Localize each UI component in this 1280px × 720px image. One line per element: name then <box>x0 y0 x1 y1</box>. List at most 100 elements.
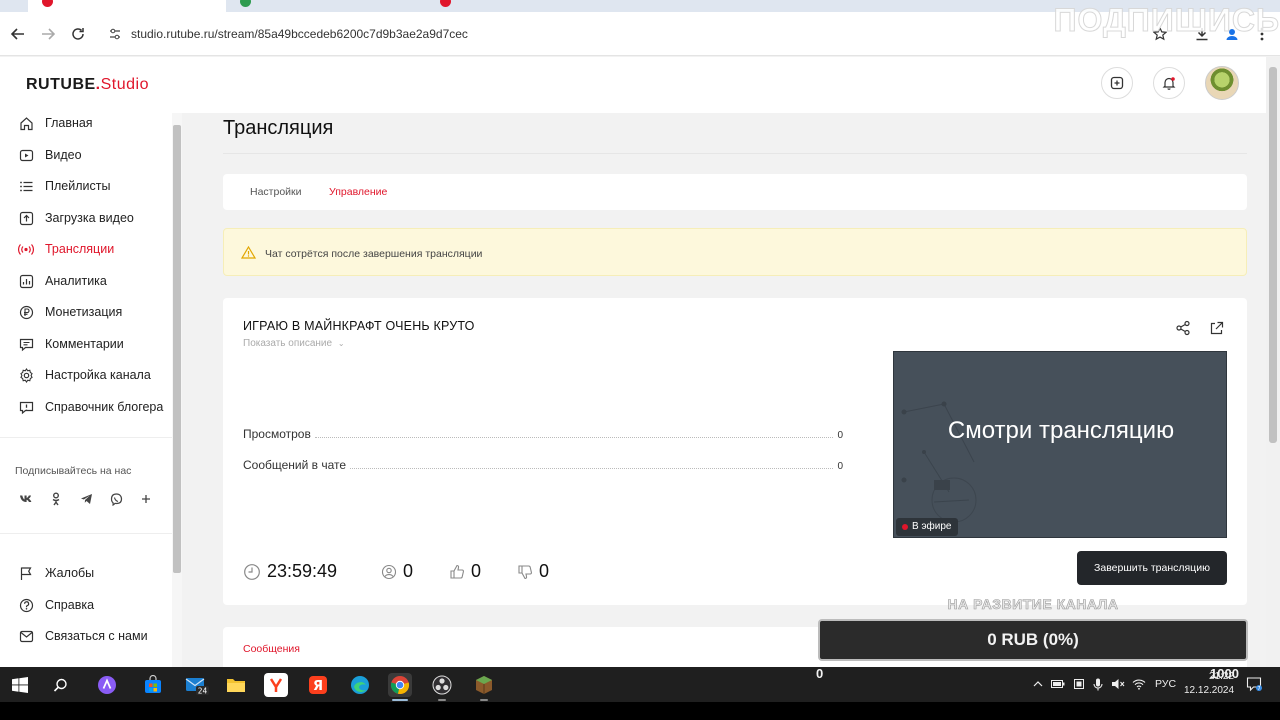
sidebar-item-monetization[interactable]: Монетизация <box>0 298 172 326</box>
chrome-button[interactable] <box>388 673 412 697</box>
obs-running-indicator <box>438 699 446 701</box>
microphone-button[interactable] <box>1091 677 1105 691</box>
volume-button[interactable] <box>1111 677 1125 691</box>
sidebar: Главная Видео Плейлисты Загрузка видео Т… <box>0 113 182 667</box>
bell-icon <box>1162 77 1176 90</box>
telegram-icon[interactable] <box>76 489 96 509</box>
sidebar-item-playlists[interactable]: Плейлисты <box>0 172 172 200</box>
sidebar-scrollbar-thumb[interactable] <box>173 125 181 573</box>
mail-app-icon: 24 <box>185 678 209 696</box>
page-scrollbar[interactable] <box>1266 57 1280 667</box>
rutube-studio-logo[interactable]: RUTUBE.Studio <box>26 76 149 94</box>
address-bar[interactable]: studio.rutube.ru/stream/85a49bccedeb6200… <box>98 19 1142 49</box>
viewers-value: 0 <box>403 561 414 581</box>
sidebar-item-help[interactable]: Справка <box>0 591 172 619</box>
views-label: Просмотров <box>243 427 311 441</box>
tab-settings[interactable]: Настройки <box>250 186 302 198</box>
viber-icon[interactable] <box>106 489 126 509</box>
sidebar-item-blogger-guide[interactable]: Справочник блогера <box>0 393 172 421</box>
sidebar-item-label: Загрузка видео <box>45 211 134 225</box>
rutube-favicon <box>440 0 451 7</box>
sidebar-item-label: Трансляции <box>45 242 115 256</box>
tab-management[interactable]: Управление <box>329 186 387 198</box>
show-description-toggle[interactable]: Показать описание ⌄ <box>243 338 345 349</box>
analytics-icon <box>17 272 35 290</box>
sidebar-item-home[interactable]: Главная <box>0 109 172 137</box>
sidebar-divider <box>0 533 172 534</box>
yandex-icon: Я <box>309 676 327 694</box>
page-scrollbar-thumb[interactable] <box>1269 67 1277 443</box>
sidebar-item-comments[interactable]: Комментарии <box>0 330 172 358</box>
store-button[interactable] <box>141 673 165 697</box>
viewers-count: 0 <box>381 561 413 582</box>
obs-button[interactable] <box>430 673 454 697</box>
sidebar-item-channel-settings[interactable]: Настройка канала <box>0 361 172 389</box>
thumbs-down-icon <box>518 564 532 579</box>
yandex-button[interactable]: Я <box>306 673 330 697</box>
leader-dots <box>350 468 834 469</box>
logo-main: RUTUBE <box>26 76 96 93</box>
windows-taskbar: 24 Я РУС 21:22 12.12.2024 7 <box>0 667 1280 702</box>
sidebar-item-label: Справка <box>45 598 95 612</box>
messages-label[interactable]: Сообщения <box>243 643 300 655</box>
sidebar-item-complaints[interactable]: Жалобы <box>0 559 172 587</box>
sidebar-item-analytics[interactable]: Аналитика <box>0 267 172 295</box>
wifi-icon <box>1132 679 1146 690</box>
windows-icon <box>12 677 28 693</box>
sidebar-divider <box>0 437 172 438</box>
share-icon <box>1176 320 1190 336</box>
upload-icon <box>17 209 35 227</box>
chat-messages-stat: Сообщений в чате 0 <box>243 456 843 472</box>
end-stream-button[interactable]: Завершить трансляцию <box>1077 551 1227 585</box>
network-button[interactable] <box>1132 677 1146 691</box>
store-icon <box>145 675 161 693</box>
device-button[interactable] <box>1072 677 1086 691</box>
start-button[interactable] <box>8 673 32 697</box>
tab-favicon <box>240 0 251 7</box>
sidebar-scrollbar[interactable] <box>172 113 182 667</box>
views-stat: Просмотров 0 <box>243 425 843 441</box>
more-social-icon[interactable] <box>136 489 156 509</box>
sidebar-item-video[interactable]: Видео <box>0 141 172 169</box>
share-button[interactable] <box>1174 319 1192 337</box>
vk-icon[interactable] <box>16 489 36 509</box>
browser-tab-active[interactable] <box>28 0 226 12</box>
open-external-button[interactable] <box>1207 319 1225 337</box>
add-content-button[interactable] <box>1101 67 1133 99</box>
sidebar-item-label: Главная <box>45 116 93 130</box>
chat-notice: Чат сотрётся после завершения трансляции <box>223 228 1247 276</box>
sidebar-item-contact[interactable]: Связаться с нами <box>0 622 172 650</box>
battery-button[interactable] <box>1051 677 1065 691</box>
reload-button[interactable] <box>68 24 88 44</box>
stream-duration: 23:59:49 <box>243 561 337 582</box>
mail-app-button[interactable]: 24 <box>185 673 209 697</box>
minecraft-button[interactable] <box>472 673 496 697</box>
main-content: Трансляция Настройки Управление Чат сотр… <box>182 113 1266 667</box>
odnoklassniki-icon[interactable] <box>46 489 66 509</box>
logo-studio: Studio <box>100 76 149 93</box>
sidebar-item-upload[interactable]: Загрузка видео <box>0 204 172 232</box>
taskbar-search-button[interactable] <box>48 673 72 697</box>
title-divider <box>223 153 1247 154</box>
ruble-icon <box>17 303 35 321</box>
reload-icon <box>72 28 84 40</box>
yandex-browser-button[interactable] <box>264 673 288 697</box>
file-explorer-button[interactable] <box>224 673 248 697</box>
external-link-icon <box>1210 321 1223 334</box>
alice-assistant-button[interactable] <box>95 673 119 697</box>
forward-button[interactable] <box>38 24 58 44</box>
back-button[interactable] <box>8 24 28 44</box>
yandex-browser-icon <box>266 675 286 695</box>
edge-button[interactable] <box>348 673 372 697</box>
dislikes-value: 0 <box>539 561 550 581</box>
notification-center-button[interactable]: 7 <box>1246 676 1262 692</box>
tray-overflow-button[interactable] <box>1031 677 1045 691</box>
folder-icon <box>227 679 245 692</box>
user-avatar[interactable] <box>1205 66 1239 100</box>
flag-icon <box>17 564 35 582</box>
stream-preview[interactable]: Смотри трансляцию В эфире <box>893 351 1227 538</box>
input-language[interactable]: РУС <box>1155 678 1176 690</box>
url-text: studio.rutube.ru/stream/85a49bccedeb6200… <box>131 27 468 41</box>
sidebar-item-broadcasts[interactable]: Трансляции <box>0 235 172 263</box>
notifications-button[interactable] <box>1153 67 1185 99</box>
